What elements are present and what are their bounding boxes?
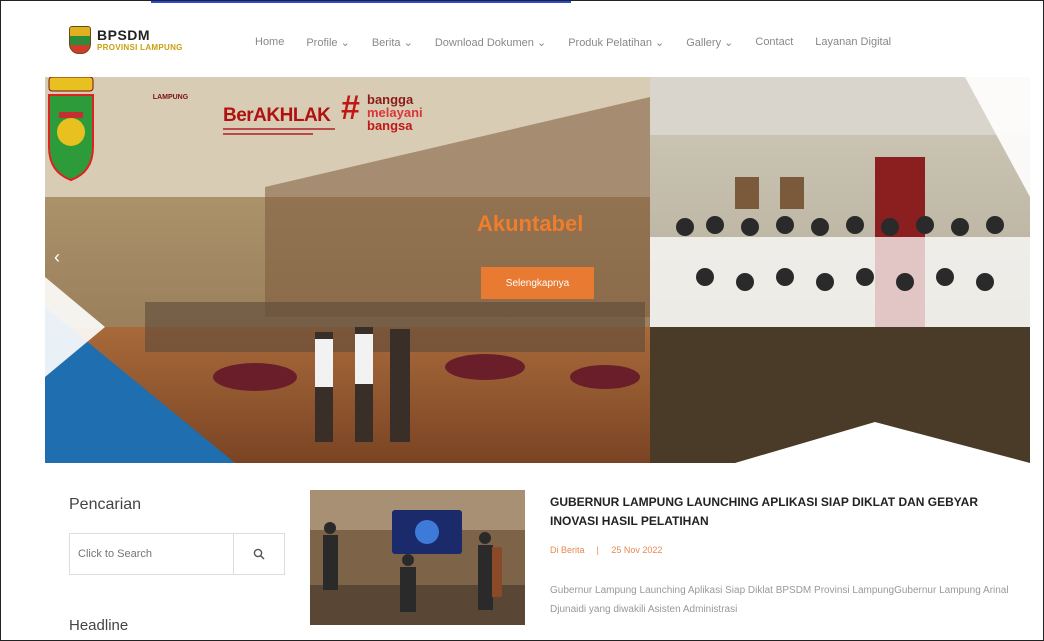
search-icon bbox=[253, 548, 265, 560]
nav-item-contact[interactable]: Contact bbox=[755, 36, 793, 49]
berakhlak-logo: BerAKHLAK bbox=[223, 105, 331, 126]
logo-subtitle: PROVINSI LAMPUNG bbox=[97, 43, 183, 52]
search-form bbox=[69, 533, 285, 575]
nav-item-home[interactable]: Home bbox=[255, 36, 284, 49]
province-emblem-icon bbox=[48, 77, 94, 182]
top-url-link[interactable] bbox=[151, 1, 571, 3]
hero-slider: LAMPUNG BerAKHLAK # bangga melayani bang… bbox=[45, 77, 1030, 463]
headline-section-title: Headline bbox=[69, 617, 129, 634]
chevron-down-icon: ⌄ bbox=[655, 37, 665, 49]
province-label: LAMPUNG bbox=[152, 94, 189, 101]
news-category[interactable]: Di Berita bbox=[550, 545, 585, 555]
nav-item-gallery[interactable]: Gallery ⌄ bbox=[686, 36, 733, 49]
chevron-down-icon: ⌄ bbox=[403, 37, 413, 49]
news-thumbnail[interactable] bbox=[310, 490, 525, 625]
news-date: 25 Nov 2022 bbox=[611, 545, 663, 555]
browser-frame: BPSDM PROVINSI LAMPUNG Home Profile ⌄ Be… bbox=[0, 0, 1044, 641]
site-logo[interactable]: BPSDM PROVINSI LAMPUNG bbox=[69, 26, 183, 54]
chevron-down-icon: ⌄ bbox=[724, 37, 734, 49]
nav-item-produk-pelatihan[interactable]: Produk Pelatihan ⌄ bbox=[568, 36, 664, 49]
site-header: BPSDM PROVINSI LAMPUNG Home Profile ⌄ Be… bbox=[45, 19, 1030, 77]
province-crest-icon bbox=[69, 26, 91, 54]
search-section-title: Pencarian bbox=[69, 496, 142, 513]
chevron-down-icon: ⌄ bbox=[340, 37, 350, 49]
search-button[interactable] bbox=[234, 534, 284, 574]
hashtag-icon: # bbox=[341, 89, 360, 127]
nav-item-layanan-digital[interactable]: Layanan Digital bbox=[815, 36, 891, 49]
bangga-melayani-bangsa-logo: bangga melayani bangsa bbox=[367, 92, 423, 133]
nav-item-profile[interactable]: Profile ⌄ bbox=[306, 36, 349, 49]
news-title-link[interactable]: GUBERNUR LAMPUNG LAUNCHING APLIKASI SIAP… bbox=[550, 493, 980, 530]
news-excerpt: Gubernur Lampung Launching Aplikasi Siap… bbox=[550, 585, 1009, 615]
search-input[interactable] bbox=[70, 534, 234, 574]
news-meta: Di Berita | 25 Nov 2022 bbox=[550, 545, 663, 555]
chevron-down-icon: ⌄ bbox=[536, 37, 547, 49]
nav-item-download-dokumen[interactable]: Download Dokumen ⌄ bbox=[435, 36, 546, 49]
read-more-button[interactable]: Selengkapnya bbox=[481, 267, 594, 299]
chevron-left-icon[interactable]: ‹ bbox=[54, 247, 60, 268]
nav-item-berita[interactable]: Berita ⌄ bbox=[372, 36, 413, 49]
main-nav: Home Profile ⌄ Berita ⌄ Download Dokumen… bbox=[255, 36, 891, 49]
slide-caption: Akuntabel bbox=[477, 211, 584, 236]
logo-title: BPSDM bbox=[97, 27, 151, 43]
